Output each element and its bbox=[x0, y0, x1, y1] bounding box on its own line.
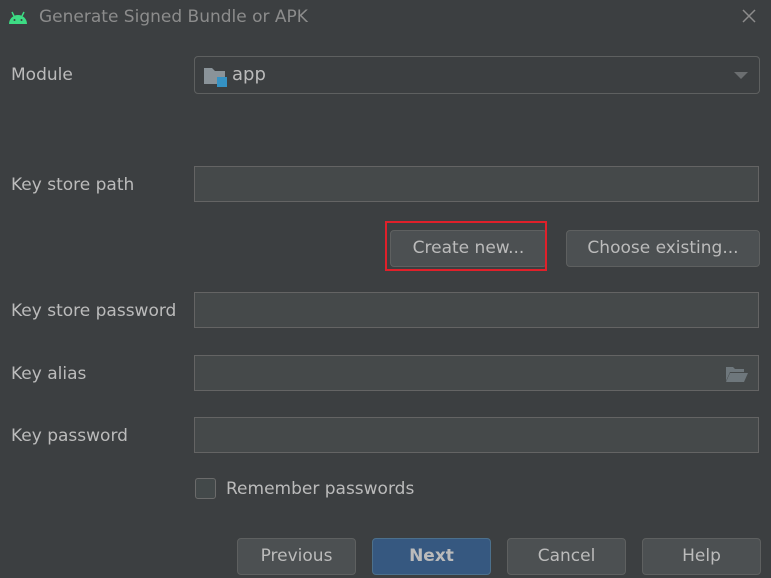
next-button[interactable]: Next bbox=[372, 538, 491, 575]
module-folder-icon bbox=[204, 68, 227, 87]
folder-open-icon[interactable] bbox=[725, 365, 749, 383]
remember-passwords-checkbox[interactable] bbox=[195, 478, 216, 499]
key-store-path-input[interactable] bbox=[194, 166, 759, 202]
key-alias-input[interactable] bbox=[194, 355, 759, 391]
key-store-password-input[interactable] bbox=[194, 292, 759, 328]
key-alias-label: Key alias bbox=[11, 364, 87, 384]
help-button[interactable]: Help bbox=[642, 538, 761, 575]
close-icon[interactable] bbox=[738, 5, 760, 27]
module-label: Module bbox=[11, 65, 73, 85]
key-password-label: Key password bbox=[11, 426, 128, 446]
android-icon bbox=[9, 11, 27, 24]
remember-passwords-label[interactable]: Remember passwords bbox=[226, 479, 414, 499]
choose-existing-button[interactable]: Choose existing... bbox=[566, 230, 760, 267]
previous-button[interactable]: Previous bbox=[237, 538, 356, 575]
title-bar: Generate Signed Bundle or APK bbox=[0, 0, 771, 34]
key-store-password-label: Key store password bbox=[11, 301, 177, 321]
window-title: Generate Signed Bundle or APK bbox=[39, 7, 308, 27]
key-password-input[interactable] bbox=[194, 417, 759, 453]
cancel-button[interactable]: Cancel bbox=[507, 538, 626, 575]
chevron-down-icon bbox=[734, 72, 748, 79]
module-select[interactable]: app bbox=[194, 56, 760, 94]
create-new-button[interactable]: Create new... bbox=[390, 230, 547, 267]
module-value: app bbox=[232, 64, 266, 85]
key-store-path-label: Key store path bbox=[11, 175, 135, 195]
